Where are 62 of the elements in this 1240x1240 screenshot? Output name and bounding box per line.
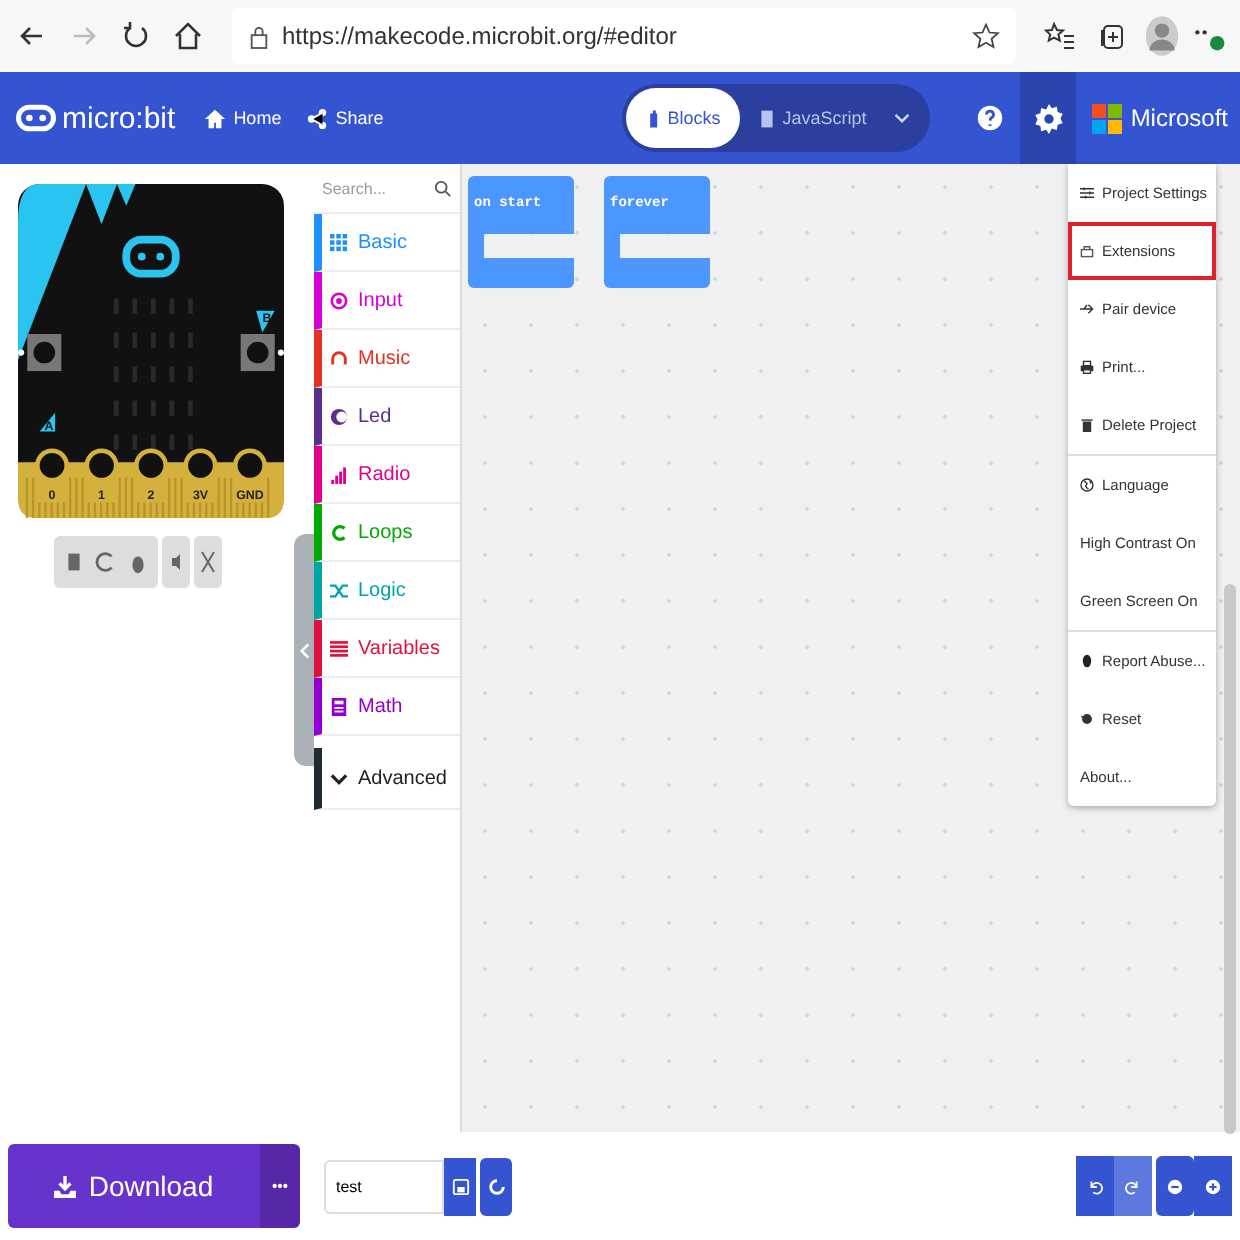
editor-tab[interactable]: JavaScript bbox=[740, 88, 887, 148]
code-file-icon bbox=[760, 109, 775, 127]
nav-link[interactable]: Share bbox=[293, 107, 396, 129]
grid-icon bbox=[330, 233, 348, 251]
print-icon bbox=[1080, 360, 1094, 374]
loop-icon bbox=[330, 523, 348, 541]
collapse-handle[interactable] bbox=[294, 534, 314, 766]
windows-logo-icon bbox=[1092, 103, 1123, 133]
chevron-left-icon bbox=[299, 641, 309, 659]
calc-icon bbox=[330, 697, 348, 715]
zoom-in-button[interactable] bbox=[1194, 1156, 1232, 1216]
share-icon bbox=[305, 107, 328, 129]
vendor-name: Microsoft bbox=[1130, 104, 1228, 132]
bars-icon bbox=[330, 465, 348, 483]
home-icon bbox=[203, 107, 226, 129]
box-icon bbox=[1080, 244, 1094, 258]
download-button[interactable]: Download bbox=[8, 1144, 260, 1228]
sound-icon[interactable] bbox=[161, 536, 189, 588]
refresh-icon[interactable] bbox=[120, 20, 152, 52]
sliders-icon bbox=[1080, 186, 1094, 200]
download-icon bbox=[54, 1175, 77, 1197]
url-text: https://makecode.microbit.org/#editor bbox=[282, 22, 679, 50]
save-icon bbox=[451, 1177, 469, 1195]
target-icon bbox=[330, 291, 348, 309]
trash-icon bbox=[1080, 418, 1094, 432]
collections-icon[interactable] bbox=[1096, 20, 1128, 52]
chevron-down-icon bbox=[330, 769, 348, 787]
cloud-sync-icon bbox=[487, 1177, 505, 1195]
github-button[interactable] bbox=[480, 1157, 512, 1215]
redo-button[interactable] bbox=[1114, 1156, 1152, 1216]
plus-icon bbox=[1204, 1177, 1222, 1195]
ellipsis-icon bbox=[272, 1182, 288, 1190]
brand-name: micro:bit bbox=[62, 101, 176, 135]
home-icon[interactable] bbox=[172, 20, 204, 52]
nav-link[interactable]: Home bbox=[191, 107, 294, 129]
redo-icon bbox=[1124, 1177, 1142, 1195]
settings-button[interactable] bbox=[1020, 72, 1077, 164]
lock-icon bbox=[248, 23, 270, 49]
moon-icon bbox=[330, 407, 348, 425]
chevron-down-icon[interactable] bbox=[894, 112, 911, 124]
star-icon[interactable] bbox=[972, 22, 1000, 50]
minus-icon bbox=[1166, 1177, 1184, 1195]
fullscreen-icon[interactable] bbox=[193, 536, 221, 588]
zoom-out-button[interactable] bbox=[1156, 1156, 1194, 1216]
help-icon[interactable] bbox=[976, 104, 1005, 132]
search-icon bbox=[434, 179, 452, 197]
favorites-icon[interactable] bbox=[1044, 20, 1076, 52]
microbit-logo-icon bbox=[16, 104, 56, 132]
lines-icon bbox=[330, 639, 348, 657]
avatar-icon[interactable] bbox=[1144, 14, 1180, 58]
shuffle-icon bbox=[330, 581, 348, 599]
headphones-icon bbox=[330, 349, 348, 367]
undo-icon bbox=[1086, 1177, 1104, 1195]
undo-button[interactable] bbox=[1076, 1156, 1114, 1216]
scrollbar[interactable] bbox=[1224, 584, 1236, 1134]
editor-tab[interactable]: Blocks bbox=[625, 88, 741, 148]
settings-icon bbox=[1033, 103, 1064, 133]
save-button[interactable] bbox=[444, 1157, 476, 1215]
globe-icon bbox=[1080, 478, 1094, 492]
puzzle-icon bbox=[645, 109, 660, 127]
address-bar[interactable]: https://makecode.microbit.org/#editor bbox=[232, 8, 1016, 64]
project-name-field[interactable]: test bbox=[324, 1159, 444, 1213]
